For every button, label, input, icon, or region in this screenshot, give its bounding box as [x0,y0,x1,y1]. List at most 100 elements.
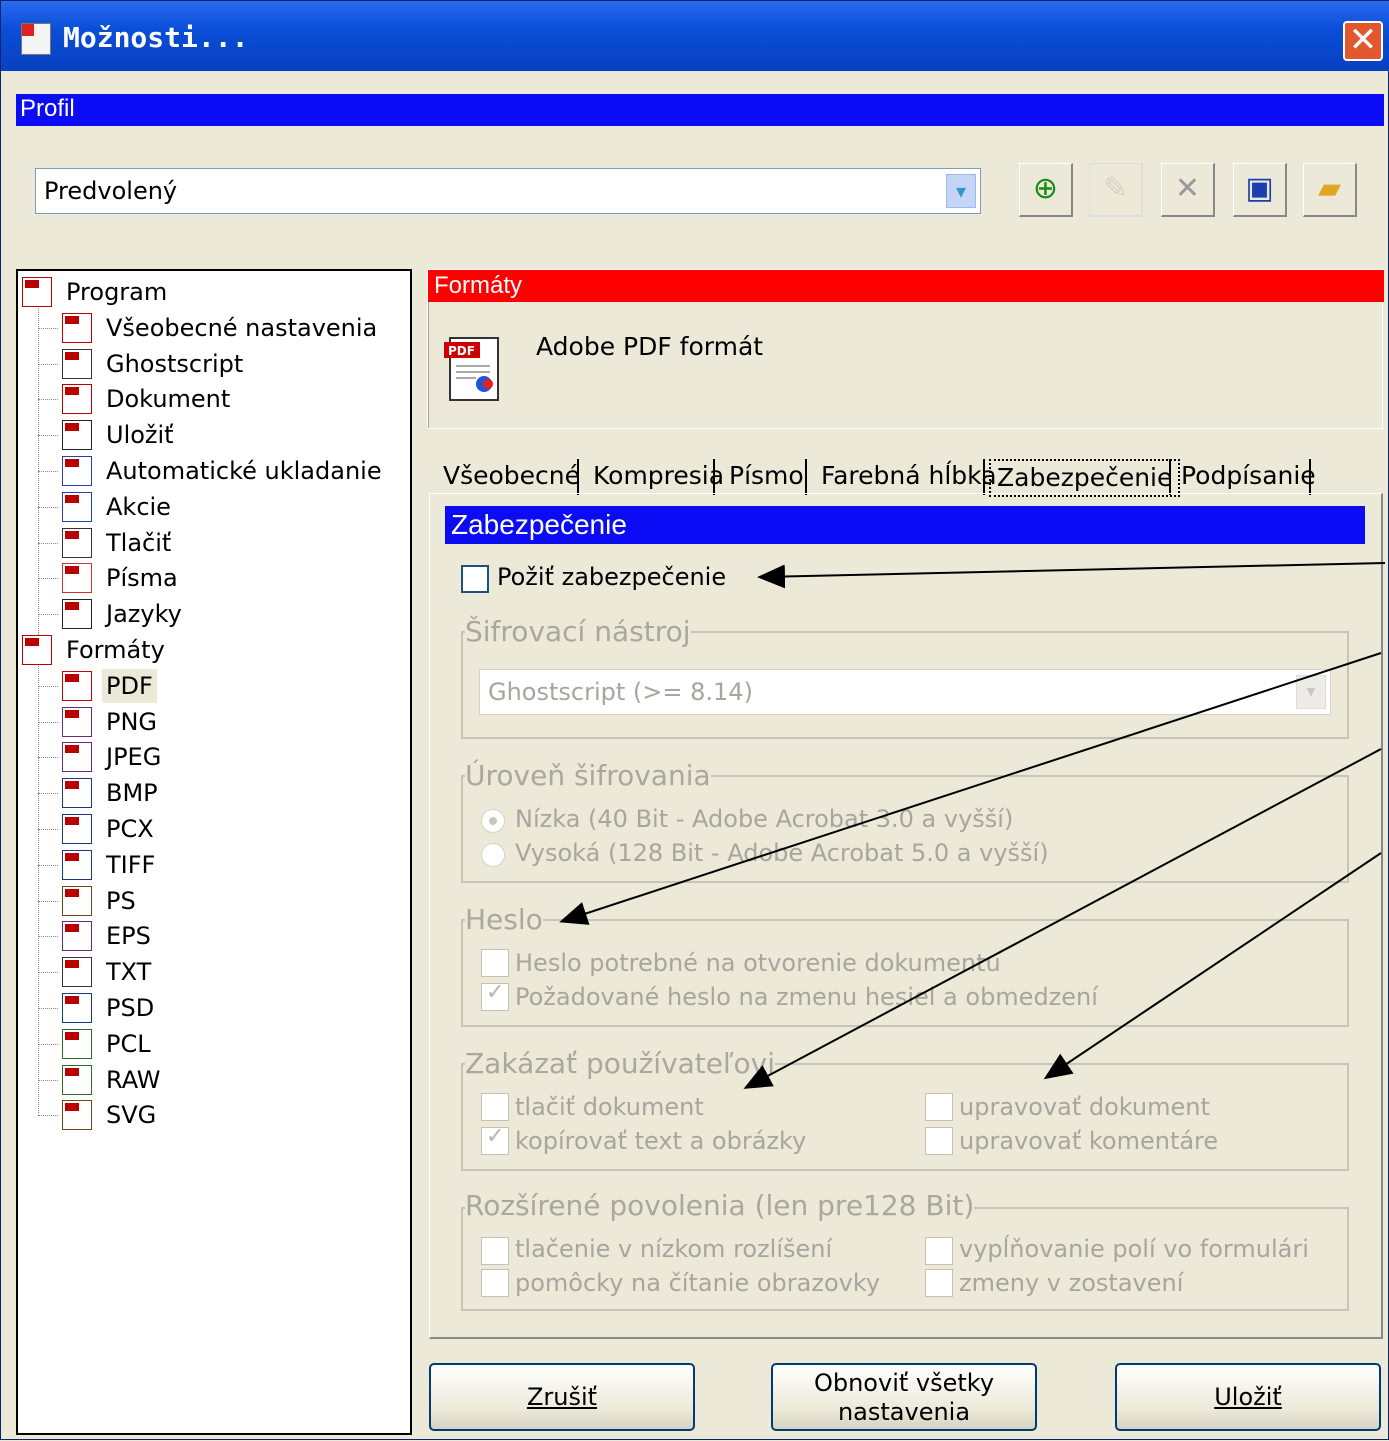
open-profile-button[interactable]: ▰ [1303,163,1357,217]
close-button[interactable]: ✕ [1343,21,1383,61]
settings-tree[interactable]: Program Všeobecné nastavenia Ghostscript Do… [16,269,412,1435]
encryption-level-title: Úroveň šifrovania [465,759,711,792]
autosave-icon [62,456,92,486]
rename-profile-button[interactable]: ✎ [1089,163,1143,217]
tree-item-label: Program [66,278,168,306]
disallow-modify-checkbox[interactable] [925,1093,953,1121]
tab-font[interactable]: Písmo [729,453,804,493]
encryptor-select[interactable]: Ghostscript (>= 8.14) ▾ [479,669,1331,715]
encryptor-value: Ghostscript (>= 8.14) [488,678,753,706]
disallow-comments-checkbox[interactable] [925,1127,953,1155]
chevron-down-icon[interactable]: ▾ [1296,675,1326,709]
delete-profile-icon: ✕ [1174,171,1201,206]
png-icon [62,706,92,737]
use-security-checkbox[interactable] [461,565,489,593]
formats-icon [22,635,52,665]
tree-item-label: TIFF [106,850,156,879]
tree-item-label: PS [106,886,136,915]
tree-item-label: PCL [106,1029,151,1058]
pcl-icon [62,1028,92,1059]
level-high-radio[interactable] [481,843,505,867]
fonts-icon [62,563,92,594]
level-low-label: Nízka (40 Bit - Adobe Acrobat 3.0 a vyšš… [515,805,1014,833]
options-dialog: Možnosti... ✕ Profil Predvolený ▾ ⊕ ✎ ✕ … [0,0,1389,1440]
languages-icon [62,599,92,630]
security-header: Zabezpečenie [445,506,1365,544]
tree-item-label: EPS [106,922,151,951]
tab-general[interactable]: Všeobecné [443,453,580,493]
psd-icon [62,993,92,1023]
fill-form-checkbox[interactable] [925,1237,953,1265]
pdf-file-icon: PDF [444,337,499,401]
add-profile-icon: ⊕ [1032,171,1059,206]
disallow-modify-label: upravovať dokument [959,1093,1210,1121]
disallow-copy-checkbox[interactable] [481,1124,509,1155]
profile-header: Profil [16,94,1384,126]
profile-select-value: Predvolený [44,177,178,205]
save-profile-icon: ▣ [1245,171,1274,206]
jpeg-icon [62,742,92,773]
pdf-icon [62,670,92,701]
reset-settings-button[interactable]: Obnoviť všetky nastavenia [771,1363,1037,1431]
print-icon [62,527,92,558]
save-profile-button[interactable]: ▣ [1233,163,1287,217]
tiff-icon [62,849,92,880]
delete-profile-button[interactable]: ✕ [1161,163,1215,217]
app-icon [21,23,51,55]
eps-icon [62,921,92,952]
tree-item-label: Akcie [106,492,171,521]
tree-item-label: BMP [106,779,158,808]
program-icon [22,277,52,307]
tree-item-label: SVG [106,1101,157,1130]
svg-icon [62,1100,92,1131]
profile-select[interactable]: Predvolený ▾ [35,168,981,214]
tree-item-label: JPEG [106,743,162,772]
tab-signing[interactable]: Podpísanie [1181,453,1316,493]
disallow-print-label: tlačiť dokument [515,1093,704,1121]
tab-color-depth[interactable]: Farebná hĺbka [821,453,997,493]
tree-item-label: Jazyky [106,600,182,629]
chevron-down-icon[interactable]: ▾ [946,174,976,208]
open-profile-icon: ▰ [1317,171,1342,206]
screenreader-label: pomôcky na čítanie obrazovky [515,1269,881,1297]
level-low-radio[interactable] [481,809,505,833]
raw-icon [62,1064,92,1095]
assembly-label: zmeny v zostavení [959,1269,1184,1297]
ghostscript-icon [62,348,92,379]
open-password-checkbox[interactable] [481,949,509,977]
permission-password-label: Požadované heslo na zmenu hesiel a obmed… [515,983,1098,1011]
encryptor-title: Šifrovací nástroj [465,615,691,648]
disallow-print-checkbox[interactable] [481,1093,509,1121]
rename-profile-icon: ✎ [1102,171,1129,206]
window-title: Možnosti... [63,21,249,54]
level-high-label: Vysoká (128 Bit - Adobe Acrobat 5.0 a vy… [515,839,1049,867]
tree-item-label: Formáty [66,636,165,664]
tree-item-label: PDF [102,668,157,703]
screenreader-checkbox[interactable] [481,1269,509,1297]
permission-password-checkbox[interactable] [481,980,509,1011]
extended-permissions-title: Rozšírené povolenia (len pre128 Bit) [465,1189,975,1222]
disallow-title: Zakázať používateľovi [465,1047,775,1080]
add-profile-button[interactable]: ⊕ [1019,163,1073,217]
tree-item-label: Dokument [106,385,231,414]
svg-text:PDF: PDF [448,344,475,358]
format-name: Adobe PDF formát [536,332,764,361]
settings-icon [62,312,92,343]
save-button[interactable]: Uložiť [1115,1363,1381,1431]
tab-compression[interactable]: Kompresia [593,453,724,493]
lowres-print-label: tlačenie v nízkom rozlíšení [515,1235,833,1263]
save-icon [62,420,92,451]
fill-form-label: vypĺňovanie polí vo formulári [959,1235,1309,1263]
tab-security[interactable]: Zabezpečenie [989,455,1181,497]
tree-item-label: Ghostscript [106,349,244,378]
tree-item-label: Písma [106,564,178,593]
tree-item-label: Uložiť [106,421,174,450]
lowres-print-checkbox[interactable] [481,1237,509,1265]
format-panel: Formáty PDF Adobe PDF formát [427,269,1384,429]
tree-item-label: PSD [106,994,155,1022]
assembly-checkbox[interactable] [925,1269,953,1297]
cancel-button[interactable]: Zrušiť [429,1363,695,1431]
ps-icon [62,885,92,916]
actions-icon [62,491,92,522]
title-bar[interactable]: Možnosti... ✕ [1,1,1389,71]
